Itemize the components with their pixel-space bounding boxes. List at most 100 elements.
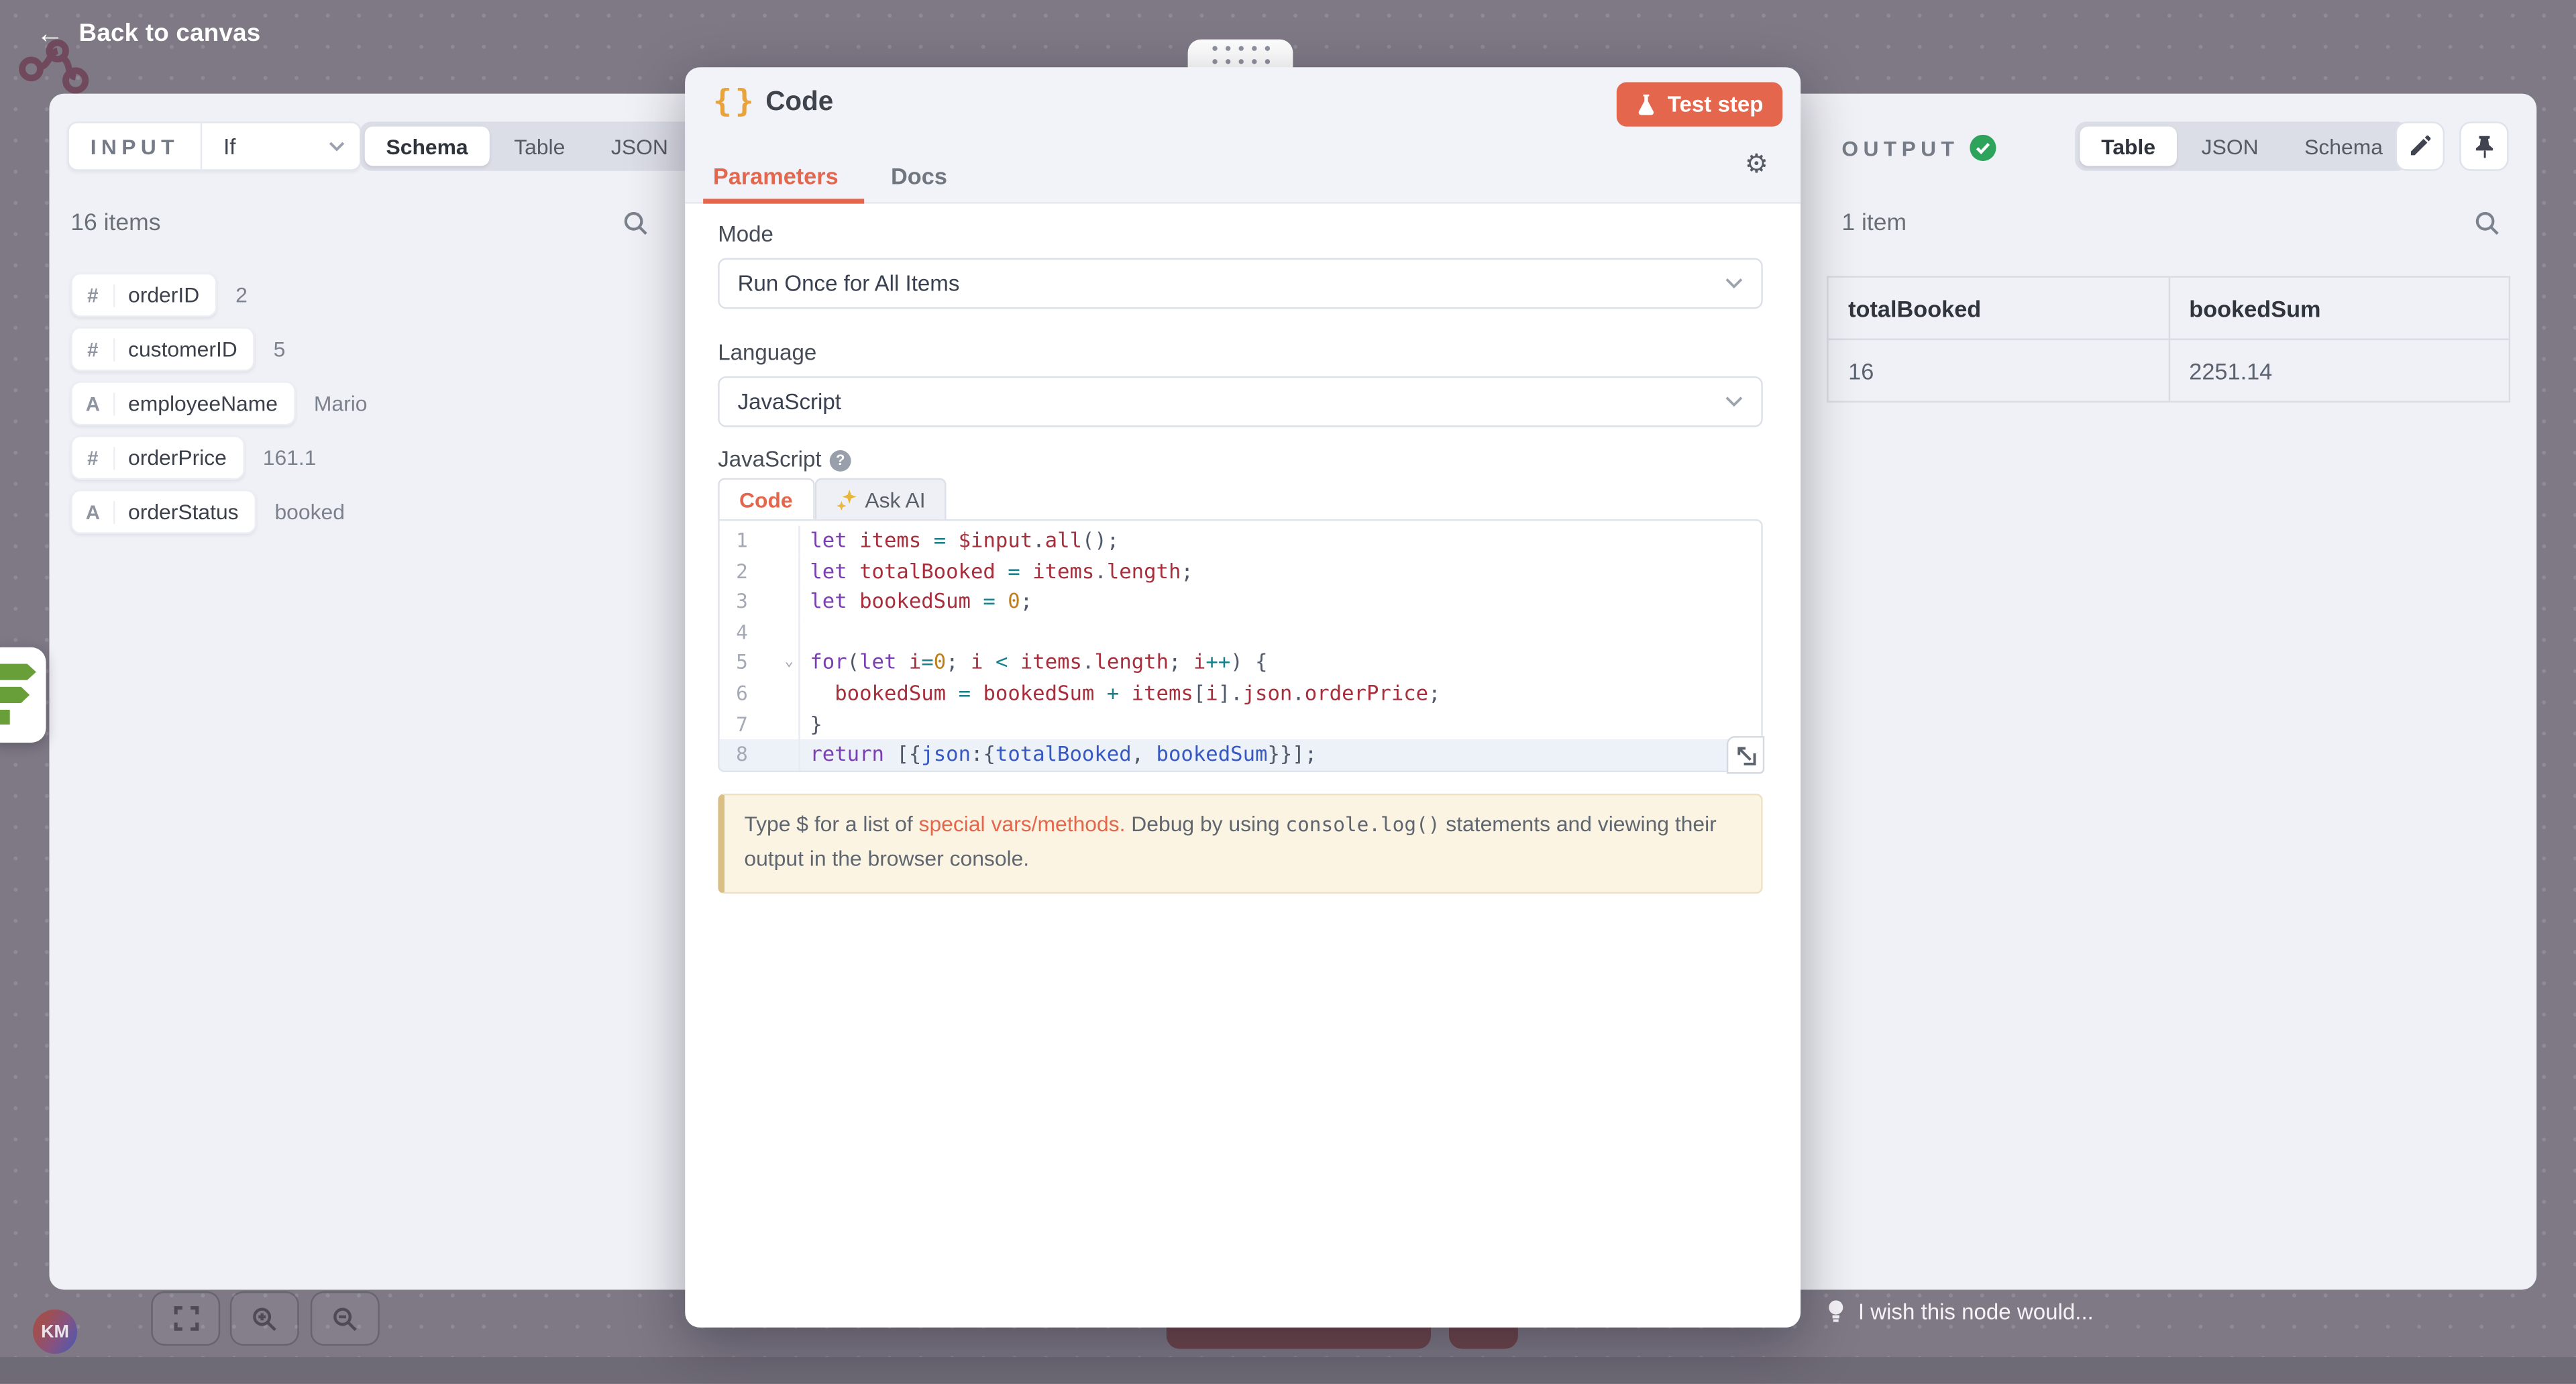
test-step-label: Test step — [1668, 92, 1764, 117]
editor-label-text: JavaScript — [718, 447, 821, 472]
fit-view-button[interactable] — [151, 1291, 220, 1346]
mode-label: Mode — [718, 222, 773, 247]
chevron-down-icon — [329, 142, 345, 152]
code-line-8: 8return [{json:{totalBooked, bookedSum}}… — [720, 739, 1762, 770]
schema-pill[interactable]: #customerID — [70, 327, 255, 371]
canvas-bottom-strip — [0, 1357, 2576, 1383]
language-select[interactable]: JavaScript — [718, 376, 1763, 427]
special-vars-link[interactable]: special vars/methods. — [919, 812, 1126, 837]
field-value: 5 — [274, 337, 286, 362]
back-label: Back to canvas — [79, 19, 261, 48]
tab-table[interactable]: Table — [2080, 127, 2176, 166]
code-text: let totalBooked = items.length; — [800, 556, 1193, 587]
schema-item-employeeName: AemployeeName Mario — [70, 381, 367, 425]
tab-code[interactable]: Code — [718, 478, 814, 519]
wish-text: I wish this node would... — [1858, 1299, 2094, 1324]
zoom-in-button[interactable] — [230, 1291, 299, 1346]
output-view-tabs: TableJSONSchema — [2075, 121, 2409, 170]
code-text: for(let i=0; i < items.length; i++) { — [800, 648, 1268, 679]
if-node-card[interactable] — [0, 647, 46, 743]
gear-icon[interactable]: ⚙ — [1745, 153, 1768, 179]
schema-item-orderStatus: AorderStatusbooked — [70, 490, 367, 534]
input-node-select[interactable]: If — [202, 134, 360, 159]
modal-drag-handle[interactable] — [1188, 40, 1293, 69]
line-number: 4 — [720, 617, 800, 648]
tab-schema[interactable]: Schema — [2283, 127, 2404, 166]
schema-item-customerID: #customerID 5 — [70, 327, 367, 371]
node-feedback-link[interactable]: I wish this node would... — [1827, 1299, 2094, 1324]
code-line-2: 2let totalBooked = items.length; — [720, 556, 1762, 587]
output-search-icon[interactable] — [2474, 210, 2500, 236]
node-title: Code — [765, 87, 833, 119]
editor-label: JavaScript? — [718, 447, 851, 472]
tab-json[interactable]: JSON — [590, 127, 690, 166]
line-number: 6 — [720, 678, 800, 709]
zoom-in-icon — [252, 1306, 278, 1332]
field-value: 2 — [235, 282, 248, 307]
tab-json[interactable]: JSON — [2180, 127, 2280, 166]
number-type-icon: # — [72, 283, 115, 306]
language-label: Language — [718, 340, 816, 365]
fold-chevron-icon[interactable]: ⌄ — [785, 648, 794, 679]
screen: KM I wish this node would... ← Back to c… — [0, 0, 2576, 1383]
column-header-totalbooked: totalBooked — [1828, 277, 2169, 339]
input-search-icon[interactable] — [623, 210, 649, 236]
expand-icon — [1735, 745, 1755, 765]
code-text: let items = $input.all(); — [800, 526, 1120, 557]
tab-schema[interactable]: Schema — [365, 127, 490, 166]
editor-hint: Type $ for a list of special vars/method… — [718, 794, 1763, 893]
code-node-icon: {} — [713, 84, 757, 120]
edit-output-button[interactable] — [2396, 121, 2445, 170]
flask-icon — [1636, 93, 1656, 115]
output-label: OUTPUT — [1841, 136, 1959, 160]
code-text: bookedSum = bookedSum + items[i].json.or… — [800, 678, 1441, 709]
line-number: 3 — [720, 587, 800, 618]
table-row: 162251.14 — [1828, 339, 2510, 402]
zoom-out-button[interactable] — [311, 1291, 380, 1346]
help-icon[interactable]: ? — [830, 449, 851, 471]
avatar[interactable]: KM — [33, 1310, 77, 1354]
field-name: orderStatus — [115, 499, 255, 524]
tab-docs[interactable]: Docs — [891, 146, 947, 204]
table-cell: 16 — [1828, 339, 2169, 402]
line-number: 5⌄ — [720, 648, 800, 679]
if-node-icon — [0, 663, 36, 680]
schema-pill[interactable]: AorderStatus — [70, 490, 256, 534]
field-name: employeeName — [115, 391, 294, 416]
field-name: orderID — [115, 282, 215, 307]
output-header: OUTPUT — [1841, 135, 1996, 161]
schema-item-orderID: #orderID 2 — [70, 273, 367, 317]
string-type-icon: A — [72, 392, 115, 415]
avatar-initials: KM — [41, 1322, 69, 1341]
code-line-6: 6 bookedSum = bookedSum + items[i].json.… — [720, 678, 1762, 709]
pin-output-button[interactable] — [2459, 121, 2508, 170]
back-arrow-icon: ← — [36, 19, 64, 48]
back-to-canvas[interactable]: ← Back to canvas — [36, 19, 261, 48]
code-line-4: 4 — [720, 617, 1762, 648]
output-table: totalBookedbookedSum162251.14 — [1827, 276, 2510, 403]
schema-pill[interactable]: AemployeeName — [70, 381, 296, 425]
code-text — [800, 617, 810, 648]
test-step-button[interactable]: Test step — [1617, 82, 1783, 126]
tab-parameters[interactable]: Parameters — [713, 146, 839, 204]
code-editor[interactable]: 1let items = $input.all();2let totalBook… — [718, 519, 1763, 772]
field-value: Mario — [314, 391, 368, 416]
input-label: INPUT — [69, 134, 201, 159]
mode-select-value: Run Once for All Items — [738, 271, 960, 296]
input-node-selector: INPUT If — [67, 121, 361, 170]
tab-ask-ai[interactable]: Ask AI — [814, 478, 947, 519]
lightbulb-icon — [1827, 1299, 1845, 1324]
tab-table[interactable]: Table — [492, 127, 586, 166]
input-node-select-value: If — [223, 134, 235, 159]
dimmed-test-workflow-button — [1167, 1324, 1431, 1349]
code-line-3: 3let bookedSum = 0; — [720, 587, 1762, 618]
expand-editor-button[interactable] — [1727, 736, 1764, 774]
success-check-icon — [1970, 135, 1996, 161]
schema-pill[interactable]: #orderPrice — [70, 435, 245, 480]
code-text: return [{json:{totalBooked, bookedSum}}]… — [800, 739, 1318, 770]
schema-pill[interactable]: #orderID — [70, 273, 217, 317]
mode-select[interactable]: Run Once for All Items — [718, 258, 1763, 309]
if-node-icon-bar — [0, 687, 30, 703]
zoom-out-icon — [332, 1306, 358, 1332]
code-text: } — [800, 709, 822, 740]
